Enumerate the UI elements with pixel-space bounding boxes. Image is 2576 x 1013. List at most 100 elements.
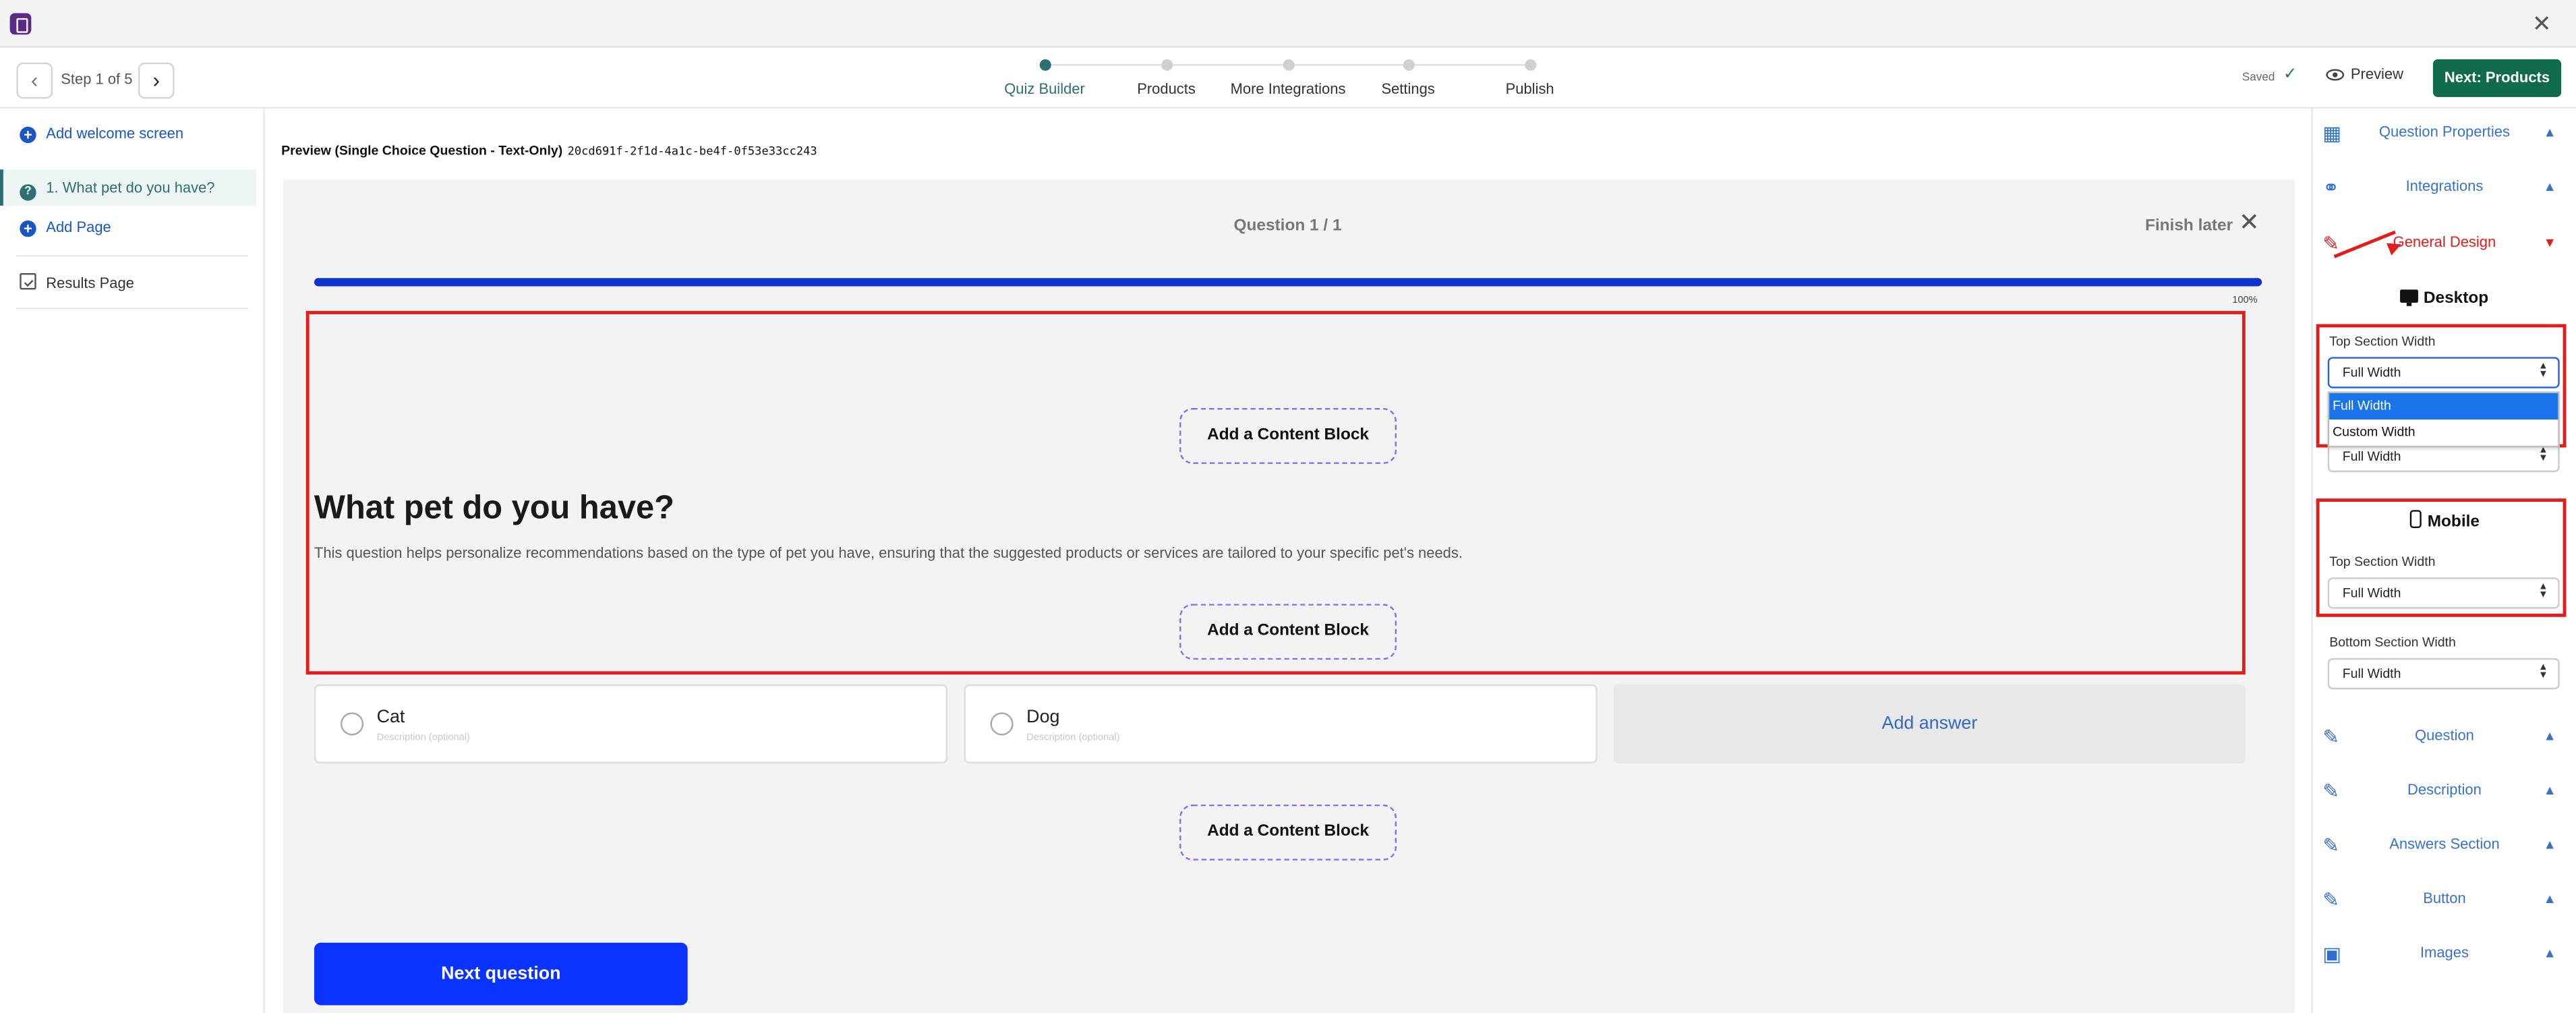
chevron-up-icon: ▲ <box>2543 946 2556 961</box>
chevron-up-icon: ▲ <box>2543 837 2556 852</box>
mobile-label: Mobile <box>2427 513 2480 531</box>
preview-title: Preview (Single Choice Question - Text-O… <box>281 143 817 158</box>
question-circle-icon: ? <box>20 184 36 201</box>
question-design-section[interactable]: ✎ Question ▲ <box>2322 724 2566 750</box>
mobile-top-section-label: Top Section Width <box>2329 554 2436 570</box>
answer-label: Cat <box>376 707 405 728</box>
mobile-bottom-section-select[interactable]: Full Width ▲ ▼ <box>2327 658 2560 690</box>
step-dot-products <box>1161 59 1173 71</box>
general-design-section[interactable]: ✎ General Design ▼ <box>2322 231 2566 257</box>
description-design-section[interactable]: ✎ Description ▲ <box>2322 778 2566 805</box>
desktop-label: Desktop <box>2423 289 2489 308</box>
section-label: Answers Section <box>2389 836 2500 852</box>
sidebar-divider <box>16 308 249 310</box>
select-value: Full Width <box>2342 585 2401 601</box>
sidebar-question-label: 1. What pet do you have? <box>46 179 215 196</box>
step-dot-settings <box>1403 59 1415 71</box>
window-titlebar: ✕ <box>0 0 2576 48</box>
step-quiz-builder[interactable]: Quiz Builder <box>1004 81 1085 97</box>
mobile-heading: Mobile <box>2322 510 2566 531</box>
progress-label: 100% <box>2232 296 2258 306</box>
button-design-section[interactable]: ✎ Button ▲ <box>2322 887 2566 913</box>
sidebar-item-question-1[interactable]: ? 1. What pet do you have? <box>20 179 215 201</box>
add-content-block-button[interactable]: Add a Content Block <box>1179 407 1397 464</box>
dropdown-option-full-width[interactable]: Full Width <box>2329 393 2558 420</box>
left-sidebar <box>0 109 265 1013</box>
select-caret-icon: ▲ ▼ <box>2538 361 2548 380</box>
radio-icon[interactable] <box>340 712 364 736</box>
results-page-label: Results Page <box>46 274 134 291</box>
add-answer-button[interactable]: Add answer <box>1614 684 2246 763</box>
step-publish[interactable]: Publish <box>1506 81 1554 97</box>
select-caret-icon: ▲ ▼ <box>2538 446 2548 464</box>
next-question-button[interactable]: Next question <box>314 942 688 1006</box>
step-settings[interactable]: Settings <box>1381 81 1434 97</box>
select-caret-icon: ▲ ▼ <box>2538 582 2548 601</box>
desktop-top-section-label: Top Section Width <box>2329 334 2436 349</box>
select-value: Full Width <box>2342 448 2401 464</box>
select-value: Full Width <box>2342 365 2401 380</box>
step-dot-publish <box>1525 59 1537 71</box>
images-design-section[interactable]: ▣ Images ▲ <box>2322 941 2566 967</box>
saved-status: Saved <box>2242 72 2275 84</box>
preview-button[interactable]: Preview <box>2326 66 2403 82</box>
chevron-up-icon: ▲ <box>2543 892 2556 907</box>
dropdown-option-custom-width[interactable]: Custom Width <box>2329 419 2558 446</box>
next-step-button[interactable]: › <box>138 62 175 99</box>
next-products-button[interactable]: Next: Products <box>2432 59 2562 97</box>
check-icon: ✓ <box>2283 65 2297 84</box>
progress-bar <box>314 278 2262 287</box>
mobile-icon <box>2409 510 2421 529</box>
section-label: Button <box>2423 890 2466 907</box>
radio-icon[interactable] <box>990 712 1014 736</box>
chevron-up-icon: ▲ <box>2543 125 2556 140</box>
chevron-up-icon: ▲ <box>2543 728 2556 744</box>
step-more-integrations[interactable]: More Integrations <box>1231 81 1346 97</box>
question-description: This question helps personalize recommen… <box>314 544 1463 561</box>
select-caret-icon: ▲ ▼ <box>2538 663 2548 681</box>
add-welcome-screen-link[interactable]: + Add welcome screen <box>20 125 184 144</box>
sidebar-divider <box>16 255 249 257</box>
plus-circle-icon: + <box>20 220 36 237</box>
step-products[interactable]: Products <box>1137 81 1196 97</box>
close-icon[interactable]: ✕ <box>2239 210 2260 235</box>
section-label: Question Properties <box>2378 123 2510 140</box>
top-navigation: ‹ Step 1 of 5 › Quiz Builder Products Mo… <box>0 47 2576 109</box>
add-content-block-button[interactable]: Add a Content Block <box>1179 804 1397 861</box>
desktop-top-section-select[interactable]: Full Width ▲ ▼ <box>2327 357 2560 388</box>
preview-title-text: Preview (Single Choice Question - Text-O… <box>281 143 563 158</box>
section-label: Description <box>2407 781 2482 799</box>
desktop-icon <box>2400 289 2419 306</box>
chevron-up-icon: ▲ <box>2543 179 2556 194</box>
chevron-up-icon: ▲ <box>2543 783 2556 799</box>
question-counter: Question 1 / 1 <box>1233 217 1342 235</box>
mobile-top-section-select[interactable]: Full Width ▲ ▼ <box>2327 577 2560 609</box>
answers-section-design[interactable]: ✎ Answers Section ▲ <box>2322 832 2566 859</box>
eye-icon <box>2326 69 2345 81</box>
section-label: Integrations <box>2405 177 2484 194</box>
finish-later-link[interactable]: Finish later <box>2145 217 2233 235</box>
section-label: Images <box>2420 944 2469 961</box>
results-checklist-icon <box>20 272 36 290</box>
question-properties-section[interactable]: ▦ Question Properties ▲ <box>2322 120 2566 146</box>
answer-option-dog[interactable]: Dog Description (optional) <box>964 684 1598 763</box>
add-page-label: Add Page <box>46 219 111 235</box>
results-page-link[interactable]: Results Page <box>20 272 134 291</box>
desktop-heading: Desktop <box>2322 289 2566 308</box>
window-close-icon[interactable]: ✕ <box>2532 11 2552 34</box>
width-dropdown-menu: Full Width Custom Width <box>2327 391 2560 448</box>
add-page-link[interactable]: + Add Page <box>20 219 111 237</box>
answer-description-placeholder: Description (optional) <box>376 733 470 744</box>
add-welcome-label: Add welcome screen <box>46 125 184 142</box>
add-content-block-button[interactable]: Add a Content Block <box>1179 604 1397 660</box>
answer-description-placeholder: Description (optional) <box>1026 733 1120 744</box>
answer-label: Dog <box>1026 707 1060 728</box>
question-id: 20cd691f-2f1d-4a1c-be4f-0f53e33cc243 <box>567 144 817 158</box>
answer-option-cat[interactable]: Cat Description (optional) <box>314 684 948 763</box>
app-icon <box>9 13 32 35</box>
integrations-section[interactable]: ⚭ Integrations ▲ <box>2322 175 2566 201</box>
previous-step-button[interactable]: ‹ <box>16 62 53 99</box>
step-dot-more-integrations <box>1283 59 1295 71</box>
step-indicator: Step 1 of 5 <box>61 70 133 88</box>
plus-circle-icon: + <box>20 126 36 144</box>
